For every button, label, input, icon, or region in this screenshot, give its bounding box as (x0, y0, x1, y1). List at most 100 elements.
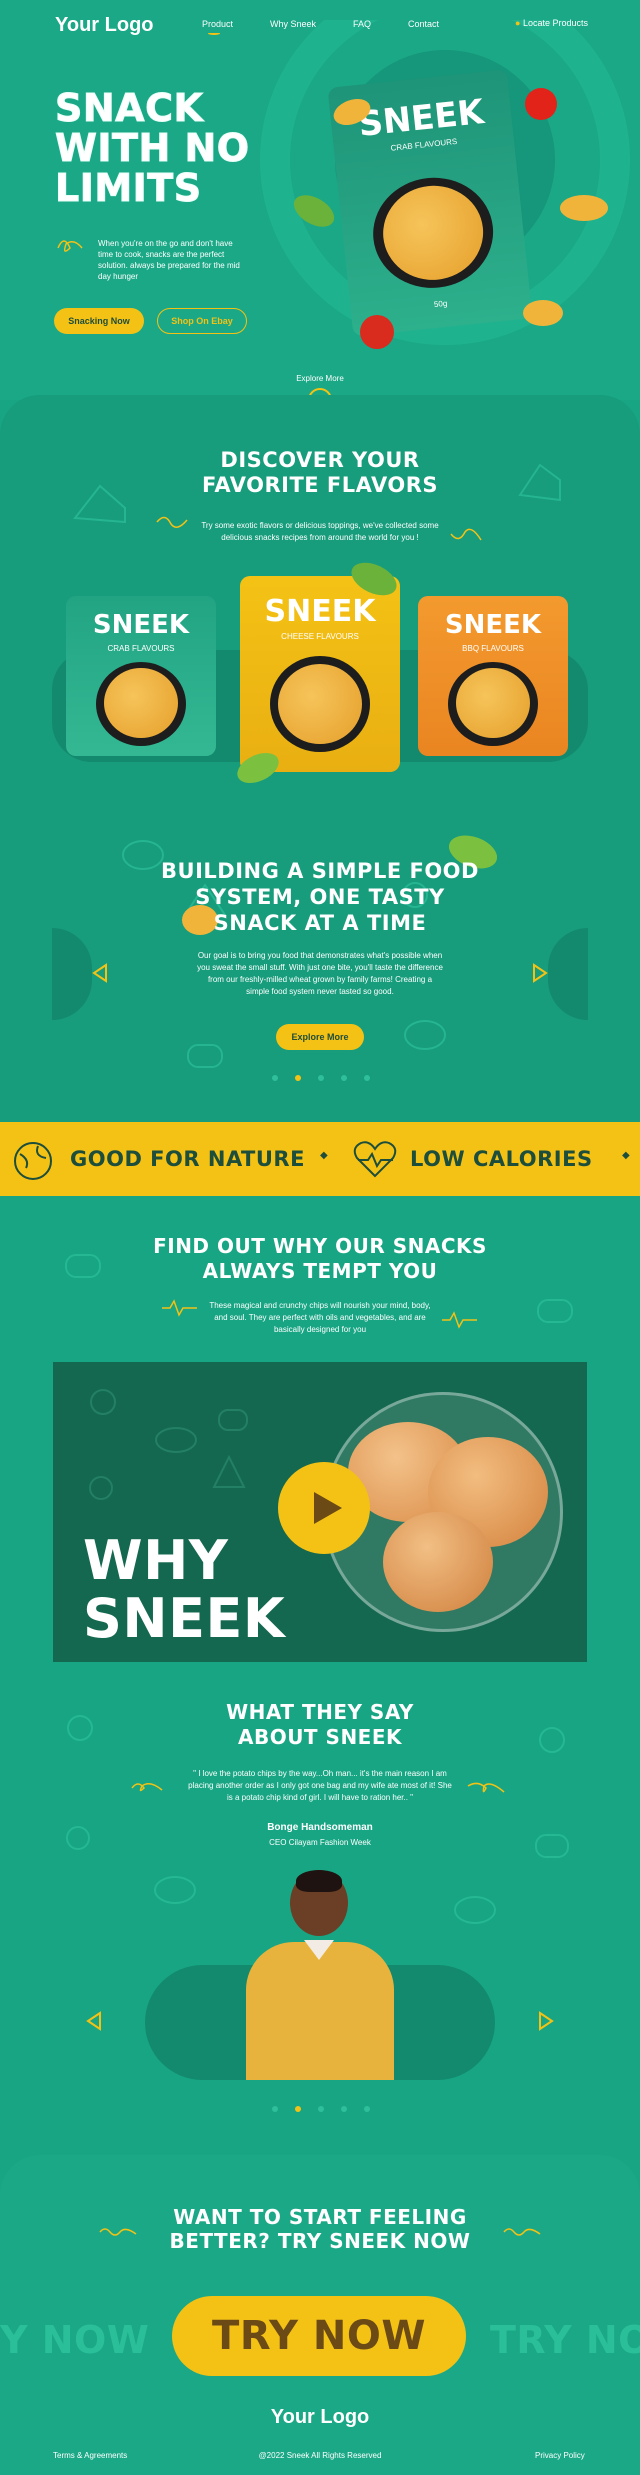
why-description: These magical and crunchy chips will nou… (209, 1301, 431, 1334)
squiggle-icon (57, 240, 83, 252)
globe-icon (14, 1142, 52, 1180)
bag-flavor: BBQ FLAVOURS (462, 644, 524, 653)
testimonial-dot-4[interactable] (341, 2106, 347, 2112)
nav-why-sneek[interactable]: Why Sneek (270, 19, 316, 29)
cta-title: WANT TO START FEELING BETTER? TRY SNEEK … (0, 2205, 640, 2253)
benefit-good-for-nature: GOOD FOR NATURE (70, 1147, 305, 1171)
testimonial-prev-arrow-icon[interactable] (84, 2010, 104, 2032)
carousel-dot-4[interactable] (341, 1075, 347, 1081)
discover-title-line-2: FAVORITE FLAVORS (201, 473, 439, 497)
carousel-dot-3[interactable] (318, 1075, 324, 1081)
building-explore-more-button[interactable]: Explore More (276, 1024, 364, 1050)
why-video-panel[interactable]: WHY SNEEK (53, 1362, 587, 1662)
testimonial-next-arrow-icon[interactable] (536, 2010, 556, 2032)
carousel-dot-1[interactable] (272, 1075, 278, 1081)
testimonial-dot-5[interactable] (364, 2106, 370, 2112)
explore-more-label[interactable]: Explore More (0, 374, 640, 383)
discover-description: Try some exotic flavors or delicious top… (201, 521, 439, 542)
burger-doodle-icon-3 (537, 1299, 573, 1323)
crab-doodle-icon (90, 1389, 116, 1415)
header-logo[interactable]: Your Logo (55, 14, 154, 37)
bag-brand: SNEEK (92, 610, 190, 640)
carousel-dot-2-active[interactable] (295, 1075, 301, 1081)
testimonial-dot-2-active[interactable] (295, 2106, 301, 2112)
bag-chips (278, 664, 362, 744)
next-arrow-icon[interactable] (530, 962, 550, 984)
avocado-doodle-icon-5 (454, 1896, 496, 1924)
location-pin-icon: ● (515, 18, 521, 28)
building-title: BUILDING A SIMPLE FOOD SYSTEM, ONE TASTY… (0, 858, 640, 936)
why-sneek-line-2: SNEEK (83, 1587, 286, 1650)
cta-title-line-2: BETTER? TRY SNEEK NOW (169, 2229, 471, 2253)
diamond-separator-icon: ◆ (320, 1150, 328, 1161)
why-sneek-heading: WHY SNEEK (83, 1532, 285, 1648)
bag-chips (456, 668, 530, 738)
product-bag-crab[interactable]: SNEEK CRAB FLAVOURS (66, 596, 216, 756)
pulse-squiggle-left-icon (162, 1299, 197, 1317)
snacking-now-button[interactable]: Snacking Now (54, 308, 144, 334)
avocado-doodle-icon-3 (155, 1427, 197, 1453)
hero-title-line-3: LIMITS (55, 166, 202, 210)
avocado-doodle-icon-4 (154, 1876, 196, 1904)
testimonial-title: WHAT THEY SAY ABOUT SNEEK (0, 1700, 640, 1750)
tomato-slice-icon (360, 315, 394, 349)
nav-faq[interactable]: FAQ (353, 19, 371, 29)
carousel-dot-5[interactable] (364, 1075, 370, 1081)
play-video-button[interactable] (278, 1462, 370, 1554)
testimonial-role: CEO Cilayam Fashion Week (269, 1838, 371, 1847)
shop-on-ebay-button[interactable]: Shop On Ebay (157, 308, 247, 334)
locate-products-label: Locate Products (522, 18, 588, 28)
testimonial-quote: " I love the potato chips by the way...O… (188, 1769, 452, 1802)
squiggle-left-icon (156, 516, 188, 528)
person-sweater (246, 1942, 394, 2080)
locate-products-link[interactable]: ● Locate Products (515, 18, 588, 28)
building-title-line-2: SYSTEM, ONE TASTY (195, 885, 445, 909)
burger-doodle-icon-4 (218, 1409, 248, 1431)
nav-product[interactable]: Product (202, 19, 233, 29)
footer-logo[interactable]: Your Logo (0, 2406, 640, 2429)
benefit-low-calories: LOW CALORIES (410, 1147, 593, 1171)
pizza-doodle-icon-2 (212, 1454, 246, 1488)
hero-description: When you're on the go and don't have tim… (98, 239, 240, 281)
squiggle-right-icon (450, 528, 482, 541)
nav-active-indicator (208, 32, 220, 35)
building-description: Our goal is to bring you food that demon… (197, 951, 443, 996)
product-bag-cheese[interactable]: SNEEK CHEESE FLAVOURS (240, 576, 400, 772)
hero-title-line-1: SNACK (55, 86, 204, 130)
try-now-button[interactable]: TRY NOW (172, 2296, 466, 2376)
bag-brand: SNEEK (264, 594, 376, 629)
testimonial-dot-1[interactable] (272, 2106, 278, 2112)
squiggle-left-icon-3 (99, 2228, 137, 2236)
hero-title: SNACK WITH NO LIMITS (55, 86, 250, 210)
discover-title: DISCOVER YOUR FAVORITE FLAVORS (0, 448, 640, 498)
prev-arrow-icon[interactable] (90, 962, 110, 984)
testimonial-dot-3[interactable] (318, 2106, 324, 2112)
hero-section: Your Logo Product Why Sneek FAQ Contact … (0, 0, 640, 400)
bag-flavor: CHEESE FLAVOURS (281, 632, 359, 641)
squiggle-right-icon-3 (503, 2228, 541, 2236)
bag-chips (104, 668, 178, 738)
footer-privacy-link[interactable]: Privacy Policy (535, 2451, 585, 2460)
chip-icon-2 (560, 195, 608, 221)
diamond-separator-icon-2: ◆ (622, 1150, 630, 1161)
squiggle-left-icon-2 (131, 1783, 163, 1792)
heart-pulse-icon (353, 1141, 397, 1178)
avocado-doodle-icon-2 (404, 1020, 446, 1050)
cta-ghost-text-right: TRY NO (490, 2318, 640, 2362)
building-title-line-1: BUILDING A SIMPLE FOOD (161, 859, 479, 883)
why-title-line-1: FIND OUT WHY OUR SNACKS (153, 1234, 487, 1258)
testimonial-title-line-2: ABOUT SNEEK (237, 1725, 403, 1749)
hero-title-line-2: WITH NO (55, 126, 250, 170)
bag-brand: SNEEK (444, 610, 542, 640)
benefits-strip: GOOD FOR NATURE ◆ LOW CALORIES ◆ (0, 1122, 640, 1196)
burger-doodle-icon (187, 1044, 223, 1068)
why-title-line-2: ALWAYS TEMPT YOU (202, 1259, 438, 1283)
testimonial-person-photo (240, 1870, 400, 2080)
cta-ghost-text-left: Y NOW (0, 2318, 150, 2362)
product-bag-bbq[interactable]: SNEEK BBQ FLAVOURS (418, 596, 568, 756)
drumstick-doodle-icon-2 (89, 1476, 113, 1500)
bag-weight: 50g (433, 298, 448, 310)
squiggle-right-icon-2 (467, 1782, 505, 1793)
why-sneek-line-1: WHY (83, 1529, 229, 1592)
nav-contact[interactable]: Contact (408, 19, 439, 29)
